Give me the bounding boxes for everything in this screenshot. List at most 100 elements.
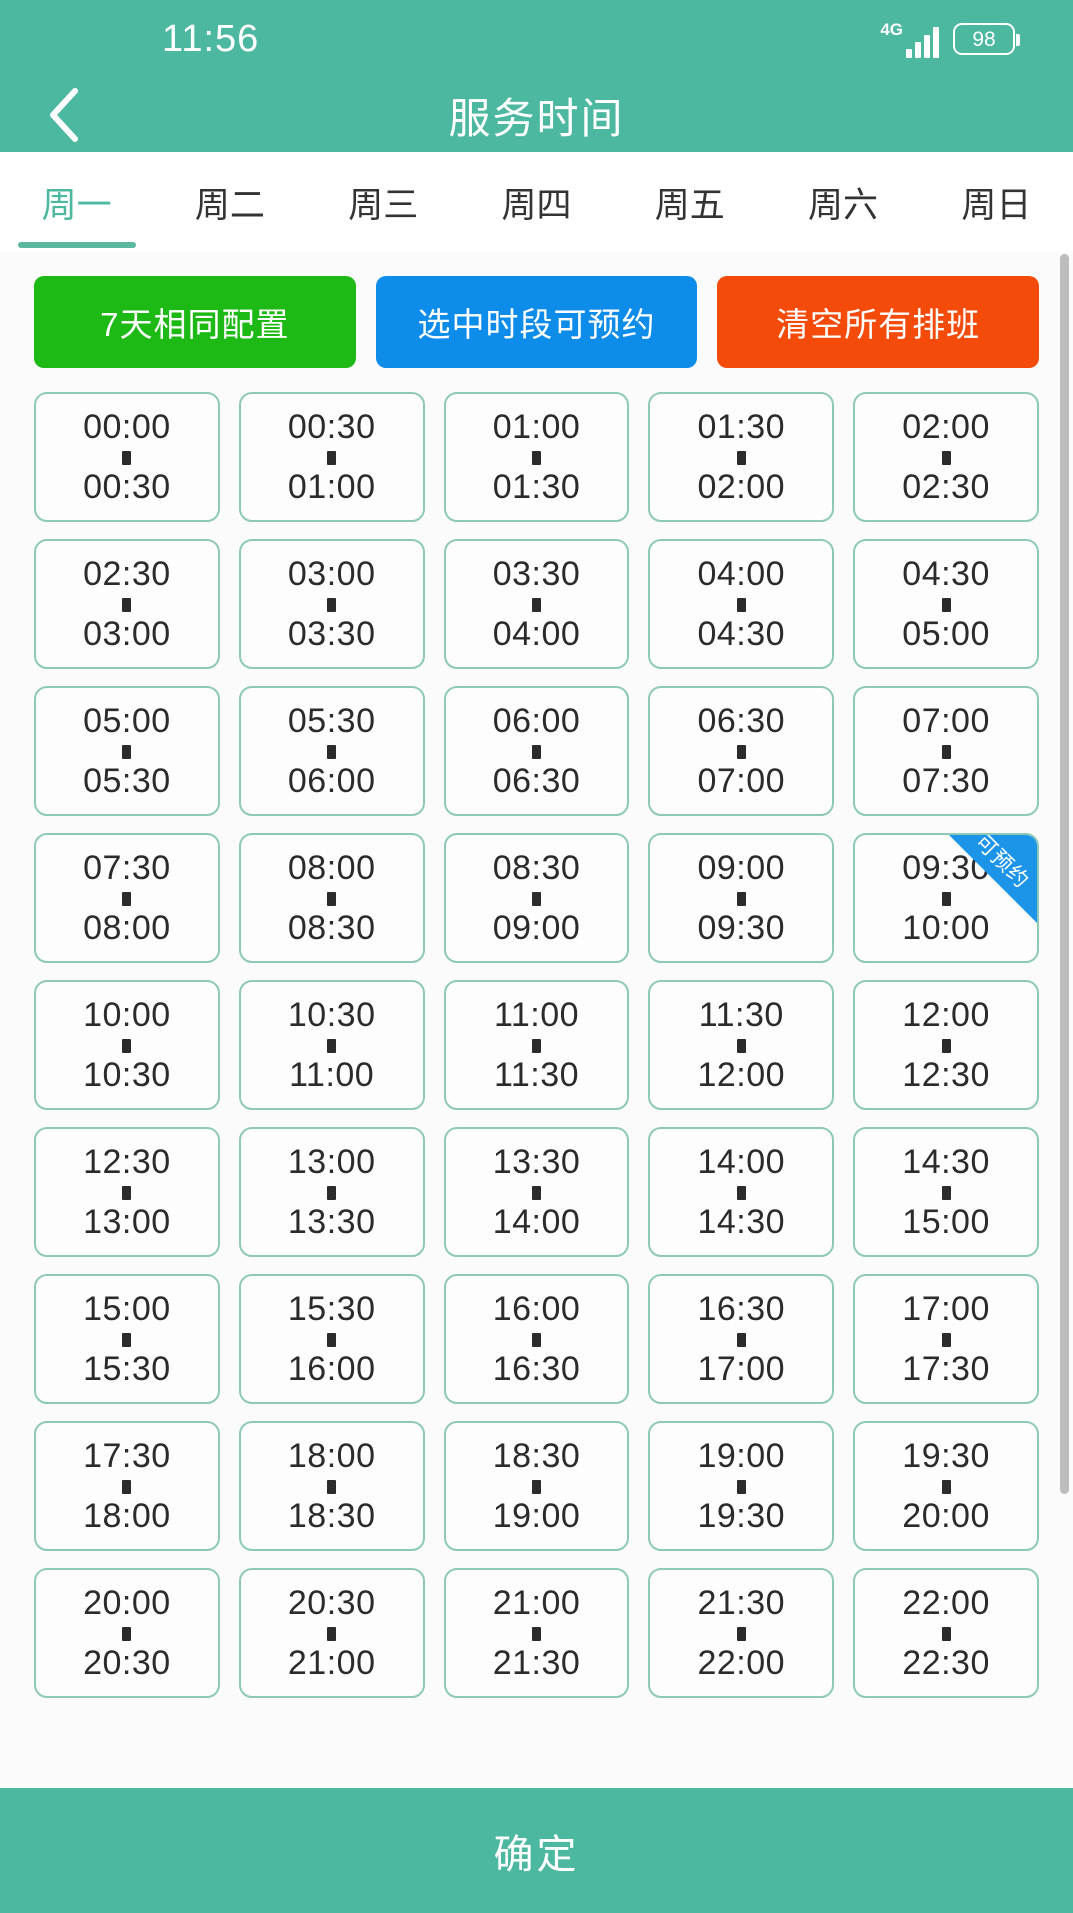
time-slot-cell[interactable]: 14:30 15:00: [853, 1127, 1039, 1257]
time-slot-cell[interactable]: 06:00 06:30: [443, 686, 630, 816]
time-slot-cell[interactable]: 19:00 19:30: [648, 1421, 835, 1551]
tab-weekday-2[interactable]: 周二: [153, 152, 306, 252]
time-slot-cell[interactable]: 04:30 05:00: [853, 539, 1039, 669]
slot-end-time: 11:00: [289, 1055, 375, 1094]
clear-all-schedule-button[interactable]: 清空所有排班: [717, 276, 1040, 368]
copy-to-all-days-button[interactable]: 7天相同配置: [34, 276, 356, 368]
slot-separator-icon: [122, 1332, 132, 1347]
slot-start-time: 10:00: [83, 995, 171, 1034]
time-slot-cell[interactable]: 02:30 03:00: [34, 539, 220, 669]
tab-weekday-6[interactable]: 周六: [766, 152, 919, 252]
time-slot-cell[interactable]: 17:30 18:00: [34, 1421, 220, 1551]
tab-weekday-4[interactable]: 周四: [460, 152, 613, 252]
back-button[interactable]: [30, 80, 100, 150]
tab-label: 周一: [41, 185, 112, 225]
slot-separator-icon: [327, 1332, 337, 1347]
time-slot-cell[interactable]: 12:30 13:00: [34, 1127, 220, 1257]
time-slot-cell[interactable]: 17:00 17:30: [853, 1274, 1039, 1404]
tab-weekday-3[interactable]: 周三: [307, 152, 460, 252]
slot-separator-icon: [941, 1332, 951, 1347]
slot-start-time: 03:30: [492, 554, 581, 593]
time-slot-cell[interactable]: 03:30 04:00: [443, 539, 630, 669]
schedule-scroll-area[interactable]: 7天相同配置 选中时段可预约 清空所有排班 00:00 00:30 00:30 01:00…: [0, 252, 1073, 1788]
time-slot-cell[interactable]: 10:30 11:00: [238, 980, 425, 1110]
mark-selected-bookable-button[interactable]: 选中时段可预约: [375, 276, 698, 368]
slot-separator-icon: [531, 450, 541, 465]
slot-separator-icon: [531, 1626, 541, 1641]
time-slot-cell[interactable]: 18:00 18:30: [238, 1421, 425, 1551]
time-slot-cell[interactable]: 13:30 14:00: [443, 1127, 630, 1257]
time-slot-cell[interactable]: 04:00 04:30: [648, 539, 835, 669]
slot-end-time: 12:00: [697, 1055, 786, 1094]
slot-separator-icon: [736, 450, 746, 465]
time-slot-cell[interactable]: 22:00 22:30: [853, 1568, 1039, 1698]
time-slot-cell[interactable]: 00:30 01:00: [238, 392, 425, 522]
time-slot-cell[interactable]: 07:00 07:30: [853, 686, 1039, 816]
time-slot-cell[interactable]: 02:00 02:30: [853, 392, 1039, 522]
page-title: 服务时间: [448, 94, 625, 142]
slot-end-time: 04:30: [697, 614, 786, 653]
tab-weekday-7[interactable]: 周日: [920, 152, 1073, 252]
slot-separator-icon: [941, 744, 951, 759]
time-slot-cell[interactable]: 19:30 20:00: [853, 1421, 1039, 1551]
signal-icon: 4G: [880, 21, 939, 58]
slot-end-time: 07:30: [902, 761, 990, 800]
time-slot-cell[interactable]: 05:30 06:00: [238, 686, 425, 816]
slot-end-time: 07:00: [697, 761, 786, 800]
time-slot-cell[interactable]: 15:30 16:00: [238, 1274, 425, 1404]
slot-separator-icon: [736, 1332, 746, 1347]
time-slot-cell[interactable]: 16:30 17:00: [648, 1274, 835, 1404]
action-button-label: 选中时段可预约: [417, 306, 656, 343]
time-slot-cell[interactable]: 18:30 19:00: [443, 1421, 630, 1551]
time-slot-cell[interactable]: 15:00 15:30: [34, 1274, 220, 1404]
tab-weekday-1[interactable]: 周一: [0, 152, 153, 252]
time-slot-cell[interactable]: 01:00 01:30: [443, 392, 630, 522]
time-slot-cell[interactable]: 09:30 10:00 可预约: [853, 833, 1039, 963]
time-slot-cell[interactable]: 05:00 05:30: [34, 686, 220, 816]
confirm-button-label: 确定: [493, 1832, 580, 1877]
slot-separator-icon: [531, 1185, 541, 1200]
time-slot-cell[interactable]: 14:00 14:30: [648, 1127, 835, 1257]
slot-end-time: 20:30: [83, 1643, 171, 1682]
slot-separator-icon: [941, 450, 951, 465]
time-slot-cell[interactable]: 16:00 16:30: [443, 1274, 630, 1404]
slot-start-time: 04:30: [902, 554, 990, 593]
confirm-button[interactable]: 确定: [0, 1788, 1073, 1913]
action-button-label: 7天相同配置: [100, 306, 290, 343]
slot-end-time: 03:30: [287, 614, 376, 653]
time-slot-cell[interactable]: 00:00 00:30: [34, 392, 220, 522]
time-slot-cell[interactable]: 20:30 21:00: [238, 1568, 425, 1698]
time-slot-cell[interactable]: 21:00 21:30: [443, 1568, 630, 1698]
time-slot-cell[interactable]: 08:30 09:00: [443, 833, 630, 963]
slot-end-time: 14:00: [492, 1202, 581, 1241]
slot-end-time: 04:00: [492, 614, 581, 653]
network-type-label: 4G: [880, 19, 903, 39]
slot-end-time: 19:30: [697, 1496, 786, 1535]
slot-separator-icon: [327, 1185, 337, 1200]
time-slot-cell[interactable]: 21:30 22:00: [648, 1568, 835, 1698]
status-bar: 11:56 4G 98: [0, 0, 1073, 78]
slot-start-time: 14:30: [902, 1142, 990, 1181]
time-slot-cell[interactable]: 01:30 02:00: [648, 392, 835, 522]
time-slot-cell[interactable]: 11:30 12:00: [648, 980, 835, 1110]
time-slot-cell[interactable]: 12:00 12:30: [853, 980, 1039, 1110]
time-slot-cell[interactable]: 20:00 20:30: [34, 1568, 220, 1698]
slot-separator-icon: [531, 1332, 541, 1347]
slot-start-time: 00:30: [287, 407, 376, 446]
slot-start-time: 06:00: [492, 701, 581, 740]
time-slot-cell[interactable]: 06:30 07:00: [648, 686, 835, 816]
time-slot-cell[interactable]: 09:00 09:30: [648, 833, 835, 963]
slot-start-time: 02:00: [902, 407, 990, 446]
tab-weekday-5[interactable]: 周五: [613, 152, 766, 252]
time-slot-cell[interactable]: 13:00 13:30: [238, 1127, 425, 1257]
time-slot-cell[interactable]: 07:30 08:00: [34, 833, 220, 963]
time-slot-cell[interactable]: 08:00 08:30: [238, 833, 425, 963]
slot-end-time: 19:00: [492, 1496, 581, 1535]
app-root: 11:56 4G 98 服务时间 周一 周二 周三 周四 周五 周六 周日 7天相同配置 选中…: [0, 0, 1073, 1913]
tab-label: 周五: [654, 185, 725, 225]
slot-end-time: 02:30: [902, 467, 990, 506]
signal-bars-icon: [906, 26, 939, 58]
time-slot-cell[interactable]: 10:00 10:30: [34, 980, 220, 1110]
time-slot-cell[interactable]: 11:00 11:30: [443, 980, 630, 1110]
time-slot-cell[interactable]: 03:00 03:30: [238, 539, 425, 669]
